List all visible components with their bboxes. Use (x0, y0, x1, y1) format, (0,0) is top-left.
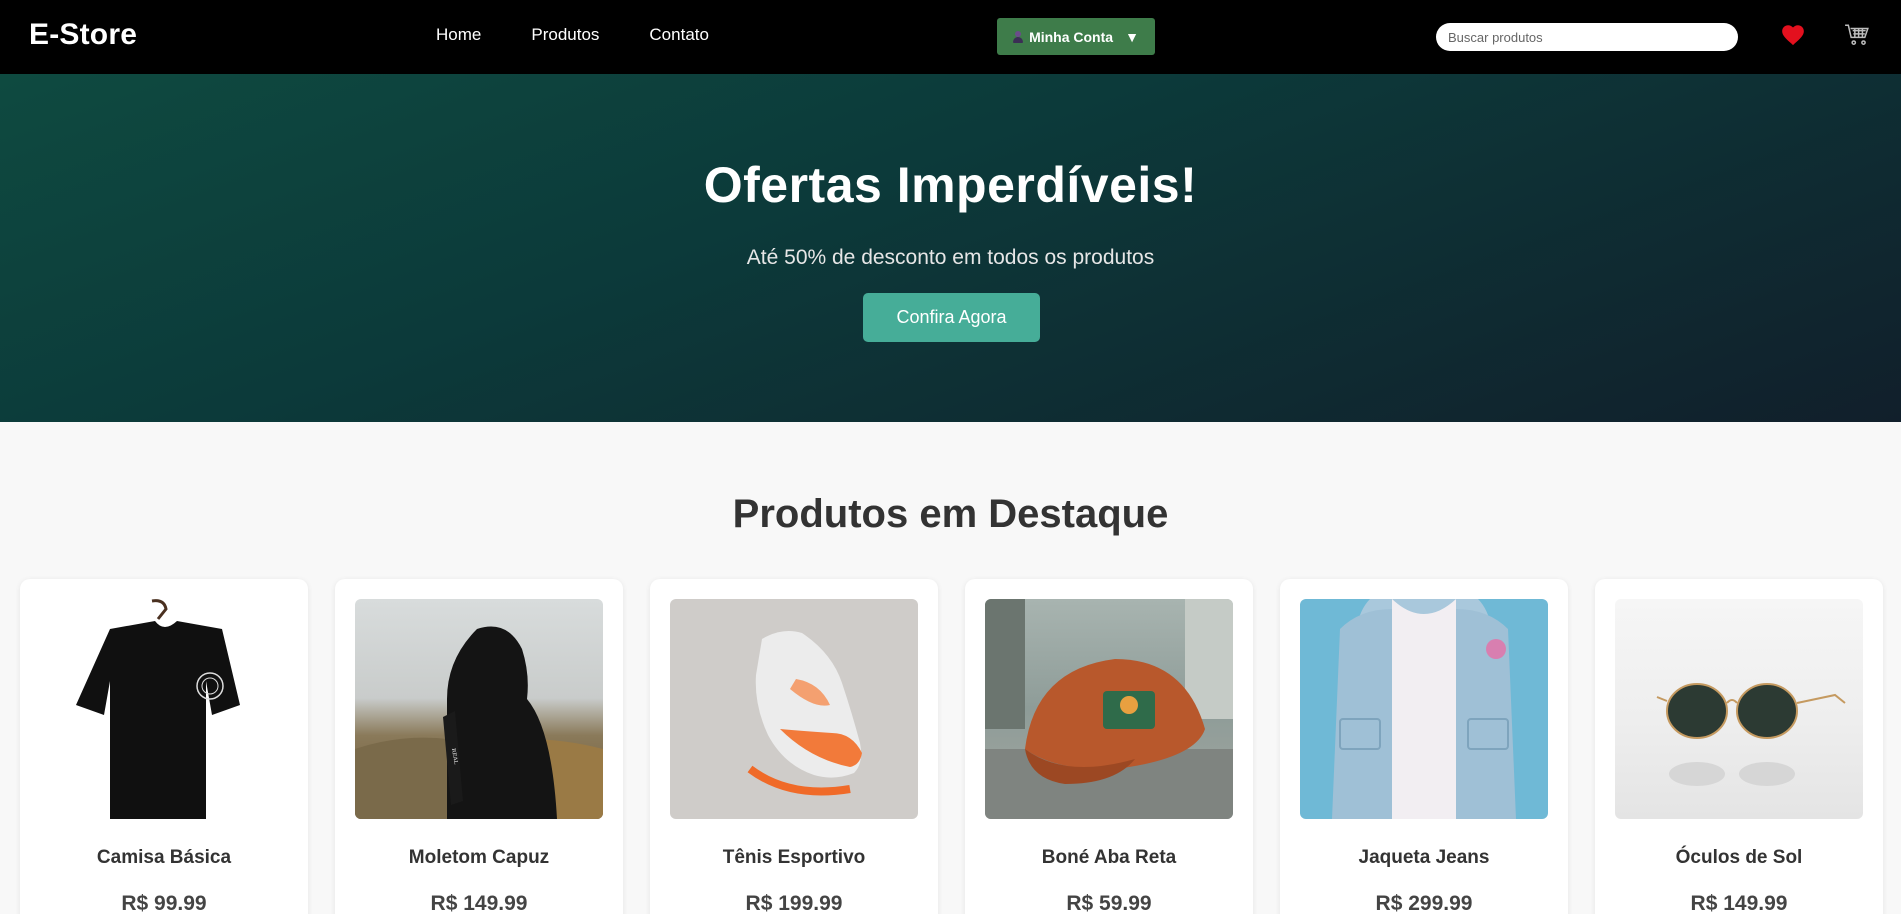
product-name[interactable]: Camisa Básica (20, 847, 308, 869)
hero-banner: Ofertas Imperdíveis! Até 50% de desconto… (0, 74, 1901, 422)
product-price: R$ 149.99 (1690, 892, 1788, 914)
product-name[interactable]: Jaqueta Jeans (1280, 847, 1568, 869)
hero-title: Ofertas Imperdíveis! (703, 157, 1198, 213)
product-image-hoodie[interactable]: ᴿᴱᴬᴸ (355, 599, 603, 819)
account-label: Minha Conta (1029, 28, 1114, 45)
product-price: R$ 299.99 (1375, 892, 1473, 914)
product-image-tshirt[interactable] (40, 599, 288, 819)
product-card[interactable]: Tênis Esportivo R$ 199.99 (650, 579, 938, 914)
product-name[interactable]: Moletom Capuz (335, 847, 623, 869)
user-icon (1013, 30, 1024, 43)
nav-link-home[interactable]: Home (436, 25, 481, 45)
product-price: R$ 199.99 (745, 892, 843, 914)
product-image-sneaker[interactable] (670, 599, 918, 819)
main-nav: Home Produtos Contato (436, 25, 759, 45)
product-name[interactable]: Óculos de Sol (1595, 847, 1883, 869)
heart-icon[interactable] (1780, 22, 1806, 48)
cart-icon[interactable] (1844, 22, 1870, 48)
account-dropdown-button[interactable]: Minha Conta ▼ (997, 18, 1155, 55)
product-price: R$ 59.99 (1066, 892, 1152, 914)
product-price: R$ 99.99 (121, 892, 207, 914)
nav-link-contato[interactable]: Contato (649, 25, 709, 45)
product-price: R$ 149.99 (430, 892, 528, 914)
product-name[interactable]: Boné Aba Reta (965, 847, 1253, 869)
product-name[interactable]: Tênis Esportivo (650, 847, 938, 869)
hero-cta-button[interactable]: Confira Agora (863, 293, 1040, 342)
navbar: E-Store Home Produtos Contato Minha Cont… (0, 0, 1901, 74)
product-image-jacket[interactable] (1300, 599, 1548, 819)
search-input[interactable] (1436, 23, 1738, 51)
brand-logo[interactable]: E-Store (29, 18, 137, 52)
section-title: Produtos em Destaque (732, 492, 1169, 536)
hero-subtitle: Até 50% de desconto em todos os produtos (746, 246, 1155, 269)
product-card[interactable]: Óculos de Sol R$ 149.99 (1595, 579, 1883, 914)
product-card[interactable]: Jaqueta Jeans R$ 299.99 (1280, 579, 1568, 914)
nav-link-produtos[interactable]: Produtos (531, 25, 599, 45)
product-card[interactable]: Boné Aba Reta R$ 59.99 (965, 579, 1253, 914)
product-card[interactable]: ᴿᴱᴬᴸ Moletom Capuz R$ 149.99 (335, 579, 623, 914)
product-card[interactable]: Camisa Básica R$ 99.99 (20, 579, 308, 914)
product-image-sunglasses[interactable] (1615, 599, 1863, 819)
caret-down-icon: ▼ (1125, 28, 1139, 45)
product-image-cap[interactable] (985, 599, 1233, 819)
